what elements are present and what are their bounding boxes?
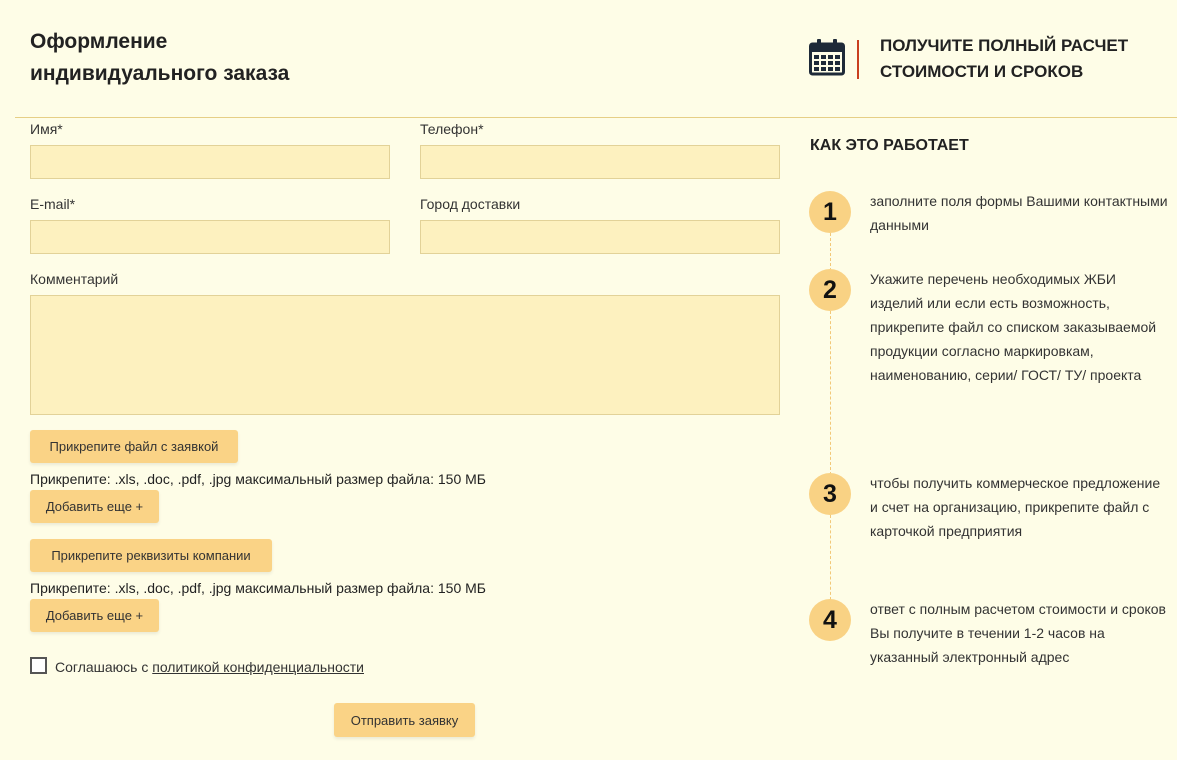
how-it-works-title: КАК ЭТО РАБОТАЕТ — [810, 137, 969, 154]
city-field[interactable] — [420, 220, 780, 254]
promo-line2: СТОИМОСТИ И СРОКОВ — [880, 62, 1084, 81]
agree-checkbox[interactable] — [30, 657, 47, 674]
submit-button[interactable]: Отправить заявку — [334, 703, 475, 737]
comment-field[interactable] — [30, 295, 780, 415]
step-number-2: 2 — [809, 269, 851, 311]
city-label: Город доставки — [420, 196, 521, 212]
add-more-button-1[interactable]: Добавить еще + — [30, 490, 159, 523]
header-divider — [15, 117, 1177, 118]
step-number-4: 4 — [809, 599, 851, 641]
page-title-line1: Оформление — [30, 30, 168, 53]
phone-label: Телефон* — [420, 121, 484, 137]
attach-requisites-button[interactable]: Прикрепите реквизиты компании — [30, 539, 272, 572]
step-text-1: заполните поля формы Вашими контактными … — [870, 193, 1168, 233]
step-connector — [830, 233, 831, 271]
step-text-4: ответ с полным расчетом стоимости и срок… — [870, 601, 1166, 665]
add-more-button-2[interactable]: Добавить еще + — [30, 599, 159, 632]
step-connector — [830, 311, 831, 475]
privacy-policy-link[interactable]: политикой конфиденциальности — [152, 659, 364, 675]
promo-line1: ПОЛУЧИТЕ ПОЛНЫЙ РАСЧЕТ — [880, 36, 1129, 55]
step-number-1: 1 — [809, 191, 851, 233]
attach-hint-2: Прикрепите: .xls, .doc, .pdf, .jpg макси… — [30, 580, 486, 596]
step-text-2: Укажите перечень необходимых ЖБИ изделий… — [870, 271, 1157, 383]
phone-field[interactable] — [420, 145, 780, 179]
agree-prefix: Соглашаюсь с — [55, 659, 153, 675]
email-label: E-mail* — [30, 196, 76, 212]
page-title-line2: индивидуального заказа — [30, 62, 290, 85]
step-text-3: чтобы получить коммерческое предложение … — [870, 475, 1161, 539]
promo-heading: ПОЛУЧИТЕ ПОЛНЫЙ РАСЧЕТ СТОИМОСТИ И СРОКО… — [880, 33, 1128, 85]
step-number-3: 3 — [809, 473, 851, 515]
page-title: Оформление индивидуального заказа — [30, 26, 289, 90]
step-connector — [830, 515, 831, 600]
comment-label: Комментарий — [30, 271, 119, 287]
email-field[interactable] — [30, 220, 390, 254]
promo-accent-bar — [857, 40, 859, 79]
calendar-icon — [809, 39, 845, 76]
name-label: Имя* — [30, 121, 63, 137]
order-form-page: Оформление индивидуального заказа ПОЛУЧИ… — [0, 0, 1177, 760]
attach-file-button[interactable]: Прикрепите файл с заявкой — [30, 430, 238, 463]
agree-text: Соглашаюсь с политикой конфиденциальност… — [55, 659, 364, 675]
attach-hint-1: Прикрепите: .xls, .doc, .pdf, .jpg макси… — [30, 471, 486, 487]
name-field[interactable] — [30, 145, 390, 179]
